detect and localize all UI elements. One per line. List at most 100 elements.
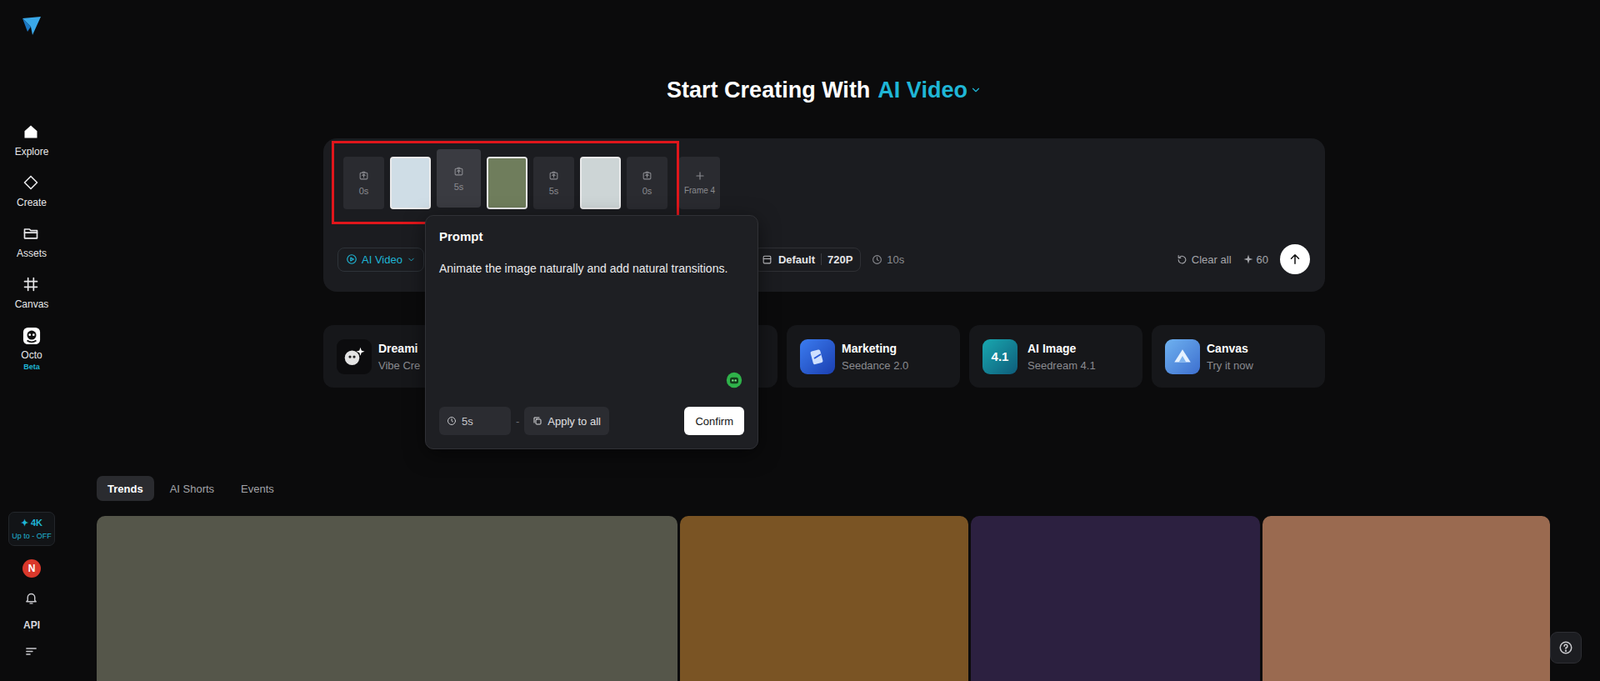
toolbar-actions: Clear all 60 <box>1176 244 1310 275</box>
card-text: CanvasTry it now <box>1206 341 1254 372</box>
sidebar-label: Octo <box>20 349 42 361</box>
mode-select[interactable]: AI Video <box>877 77 982 104</box>
sidebar-bottom: ✦ 4K Up to - OFF N API <box>8 511 55 660</box>
feature-card[interactable]: MarketingSeedance 2.0 <box>786 325 960 388</box>
mode-label[interactable]: AI Video <box>877 77 968 104</box>
nav-list: Explore Create Assets Canvas OctoBeta <box>15 123 50 371</box>
sidebar-label: Canvas <box>15 298 50 310</box>
sidebar-item[interactable]: Assets <box>16 225 47 260</box>
divider <box>820 253 822 265</box>
help-icon <box>1558 640 1574 655</box>
bell-icon[interactable] <box>24 590 40 606</box>
ratio-resolution-select[interactable]: Default 720P <box>753 247 861 272</box>
image-fill <box>488 158 526 208</box>
image-fill <box>581 158 620 208</box>
duration-value[interactable]: 5s <box>461 415 474 428</box>
create-icon <box>22 174 41 193</box>
frames-highlight: 0s 5s 5s 0s <box>331 140 680 225</box>
gallery-tile[interactable] <box>96 515 678 681</box>
resolution-label[interactable]: 720P <box>827 253 853 266</box>
sidebar-label: Explore <box>15 145 50 158</box>
gallery-tile[interactable] <box>970 515 1260 681</box>
beta-badge: Beta <box>23 362 40 371</box>
prompt-text[interactable]: Animate the image naturally and add natu… <box>439 260 745 276</box>
frame-slot[interactable]: 0s <box>626 156 668 210</box>
card-subtitle: Seedance 2.0 <box>841 359 909 372</box>
card-title: Dreami <box>378 341 420 355</box>
image-icon: 4.1 <box>982 339 1018 375</box>
dreamina-icon <box>336 339 372 375</box>
sidebar: Explore Create Assets Canvas OctoBeta ✦ 4K Up … <box>0 0 64 681</box>
frame-strip: 0s 5s 5s 0s Frame 4 <box>331 140 1310 225</box>
frame-image[interactable] <box>486 156 528 210</box>
card-text: MarketingSeedance 2.0 <box>841 341 909 372</box>
assets-icon <box>22 225 41 244</box>
duration-select[interactable]: 10s <box>871 253 905 266</box>
sidebar-item[interactable]: Canvas <box>15 275 50 310</box>
popover-actions: 5s - Apply to all Confirm <box>439 406 745 435</box>
explore-icon <box>22 123 41 142</box>
duration-input[interactable]: 5s <box>439 406 511 435</box>
chevron-down-icon <box>970 84 982 96</box>
tab[interactable]: Trends <box>96 475 155 501</box>
card-text: DreamiVibe Cre <box>378 341 420 372</box>
separator: - <box>515 415 520 428</box>
icon-label: 4.1 <box>991 349 1010 364</box>
marketing-icon <box>800 339 835 375</box>
ratio-label[interactable]: Default <box>778 253 815 266</box>
frame-slot[interactable]: 5s <box>436 149 481 208</box>
tab[interactable]: AI Shorts <box>159 475 225 501</box>
frame-duration: 5s <box>454 181 465 192</box>
chevron-down-icon <box>406 255 416 265</box>
gallery-tile[interactable] <box>680 515 969 681</box>
image-fill <box>391 158 430 208</box>
apply-all-button[interactable]: Apply to all <box>524 406 610 435</box>
mode-label[interactable]: AI Video <box>361 253 403 266</box>
apply-label[interactable]: Apply to all <box>547 415 601 428</box>
page-title: Start Creating WithAI Video <box>666 75 982 105</box>
composer: 0s 5s 5s 0s Frame 4 AI Video Default 720P 10s Cle… <box>323 138 1325 292</box>
feature-card[interactable]: 4.1 AI ImageSeedream 4.1 <box>969 325 1143 388</box>
frame-slot[interactable]: 0s <box>343 156 385 210</box>
promo-badge[interactable]: ✦ 4K Up to - OFF <box>8 511 55 546</box>
gallery-tile[interactable] <box>1262 515 1550 681</box>
credits: 60 <box>1243 253 1269 266</box>
tab[interactable]: Events <box>230 475 285 501</box>
card-text: AI ImageSeedream 4.1 <box>1027 341 1096 372</box>
frame-duration: 0s <box>642 185 653 196</box>
mode-dropdown[interactable]: AI Video <box>337 247 425 272</box>
promo-subtitle: Up to - OFF <box>11 531 52 540</box>
api-link[interactable]: API <box>23 619 40 631</box>
upload-image-icon <box>548 170 560 181</box>
generate-button[interactable] <box>1280 244 1310 275</box>
avatar[interactable]: N <box>22 559 41 578</box>
sidebar-label: Assets <box>16 247 47 260</box>
add-frame-button[interactable]: Frame 4 <box>679 156 720 210</box>
arrow-up-icon <box>1287 251 1303 267</box>
card-subtitle: Try it now <box>1206 359 1254 372</box>
help-button[interactable] <box>1550 631 1582 664</box>
duration-label[interactable]: 10s <box>886 253 905 266</box>
sidebar-item[interactable]: OctoBeta <box>20 326 42 371</box>
ratio-icon <box>761 254 773 265</box>
prompt-popover: Prompt Animate the image naturally and ad… <box>425 215 759 450</box>
clear-label[interactable]: Clear all <box>1191 253 1232 266</box>
copy-icon <box>532 415 543 426</box>
promo-title: ✦ 4K <box>20 517 43 529</box>
sidebar-item[interactable]: Create <box>16 174 47 209</box>
clear-all-button[interactable]: Clear all <box>1176 253 1232 266</box>
canvas-icon <box>22 275 41 295</box>
feature-card[interactable]: CanvasTry it now <box>1151 325 1325 388</box>
confirm-button[interactable]: Confirm <box>684 406 745 435</box>
sparkle-icon <box>1243 254 1254 265</box>
frame-image[interactable] <box>390 156 431 210</box>
frame-slot[interactable]: 5s <box>533 156 575 210</box>
frame-image[interactable] <box>580 156 621 210</box>
upload-image-icon <box>641 170 653 181</box>
menu-icon[interactable] <box>24 644 40 660</box>
main: Start Creating WithAI Video 0s 5s 5s 0s Frame… <box>63 0 1600 681</box>
octo-icon <box>22 326 41 345</box>
popover-title: Prompt <box>439 229 745 244</box>
sidebar-item[interactable]: Explore <box>15 123 50 158</box>
frame-duration: 5s <box>549 185 560 196</box>
